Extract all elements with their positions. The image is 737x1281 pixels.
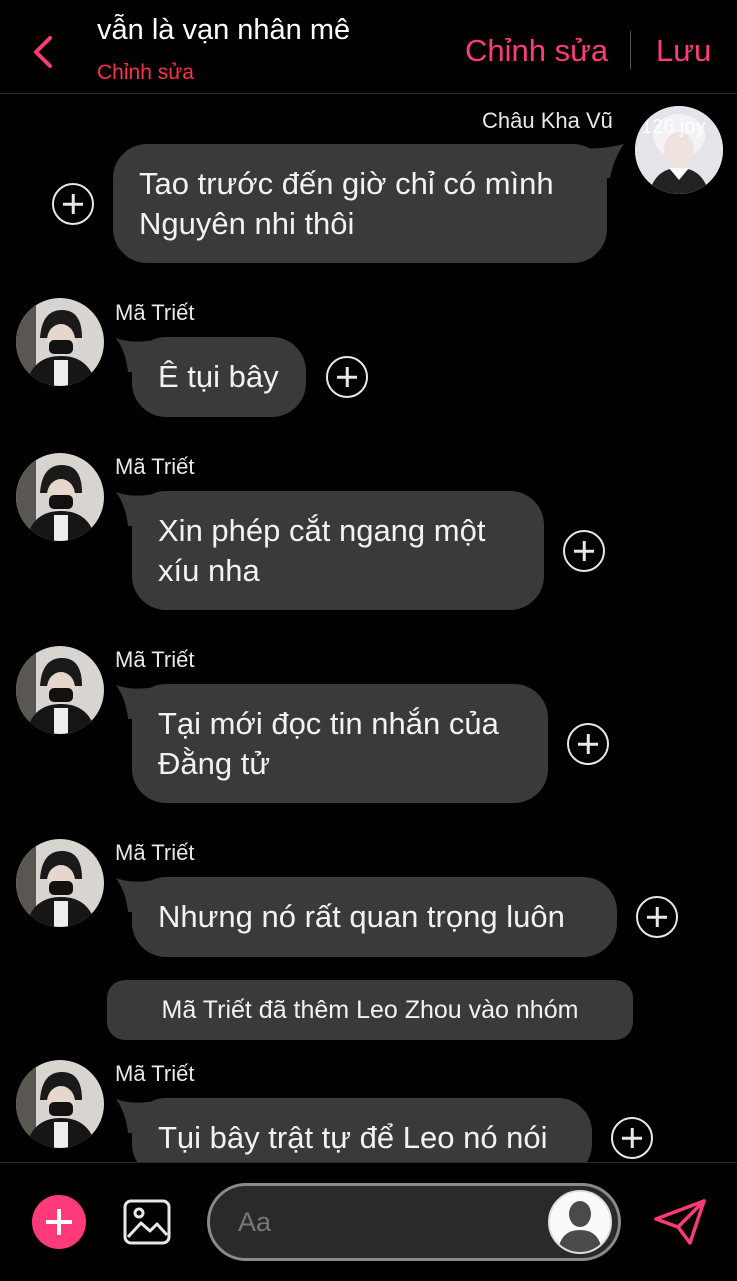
avatar[interactable]	[16, 646, 104, 734]
system-message: Mã Triết đã thêm Leo Zhou vào nhóm	[107, 980, 633, 1040]
message-text-line: Tụi bây trật tự để Leo nó nói	[158, 1120, 548, 1155]
react-plus-button[interactable]	[636, 896, 678, 938]
message-bubble[interactable]: Tại mới đọc tin nhắn của Đằng tử	[132, 684, 548, 803]
message-text-line: Tại mới đọc tin nhắn của	[158, 706, 499, 741]
avatar-portrait	[16, 839, 104, 927]
avatar-portrait	[16, 453, 104, 541]
message-bubble[interactable]: Tao trước đến giờ chỉ có mình Nguyên nhi…	[113, 144, 607, 263]
avatar[interactable]: 126 joy	[635, 106, 723, 194]
chat-subtitle[interactable]: Chỉnh sửa	[97, 61, 194, 85]
message-bubble[interactable]: Nhưng nó rất quan trọng luôn	[132, 877, 617, 957]
message-text-line: Xin phép cắt ngang một	[158, 513, 486, 548]
message-bubble[interactable]: Xin phép cắt ngang một xíu nha	[132, 491, 544, 610]
chat-header: vẫn là vạn nhân mê Chỉnh sửa Chỉnh sửa L…	[0, 0, 737, 94]
image-icon	[123, 1199, 171, 1245]
avatar[interactable]	[16, 1060, 104, 1148]
message-text-line: Ê tụi bây	[158, 359, 279, 394]
image-button[interactable]	[122, 1197, 172, 1247]
avatar-portrait	[16, 1060, 104, 1148]
react-plus-button[interactable]	[567, 723, 609, 765]
avatar-portrait	[16, 298, 104, 386]
sender-name: Châu Kha Vũ	[482, 108, 613, 133]
avatar-watermark: 126 joy	[641, 116, 706, 138]
message-input[interactable]	[238, 1202, 538, 1242]
chat-title[interactable]: vẫn là vạn nhân mê	[97, 14, 350, 47]
bubble-tail	[580, 144, 624, 178]
react-plus-button[interactable]	[611, 1117, 653, 1159]
message-text-line: xíu nha	[158, 553, 260, 588]
message-text-line: Tao trước đến giờ chỉ có mình	[139, 166, 554, 201]
react-plus-button[interactable]	[326, 356, 368, 398]
save-button[interactable]: Lưu	[656, 33, 711, 69]
avatar[interactable]	[16, 453, 104, 541]
header-divider	[630, 31, 631, 69]
message-text-line: Đằng tử	[158, 746, 271, 781]
back-button[interactable]	[26, 30, 62, 74]
react-plus-button[interactable]	[563, 530, 605, 572]
chat-screen: vẫn là vạn nhân mê Chỉnh sửa Chỉnh sửa L…	[0, 0, 737, 1281]
avatar[interactable]	[16, 298, 104, 386]
add-attachment-button[interactable]	[32, 1195, 86, 1249]
avatar[interactable]	[16, 839, 104, 927]
avatar-portrait	[16, 646, 104, 734]
composer-bar	[0, 1162, 737, 1281]
message-input-box[interactable]	[207, 1183, 621, 1261]
send-button[interactable]	[652, 1197, 708, 1247]
message-text-line: Nguyên nhi thôi	[139, 206, 355, 241]
react-plus-button[interactable]	[52, 183, 94, 225]
message-bubble[interactable]: Ê tụi bây	[132, 337, 306, 417]
sender-name: Mã Triết	[115, 454, 195, 479]
edit-button[interactable]: Chỉnh sửa	[465, 33, 608, 69]
profile-avatar-button[interactable]	[548, 1190, 612, 1254]
person-silhouette-icon	[550, 1192, 610, 1252]
sender-name: Mã Triết	[115, 647, 195, 672]
sender-name: Mã Triết	[115, 300, 195, 325]
send-icon	[654, 1199, 706, 1245]
sender-name: Mã Triết	[115, 1061, 195, 1086]
chevron-left-icon	[34, 36, 52, 68]
sender-name: Mã Triết	[115, 840, 195, 865]
message-text-line: Nhưng nó rất quan trọng luôn	[158, 899, 565, 934]
